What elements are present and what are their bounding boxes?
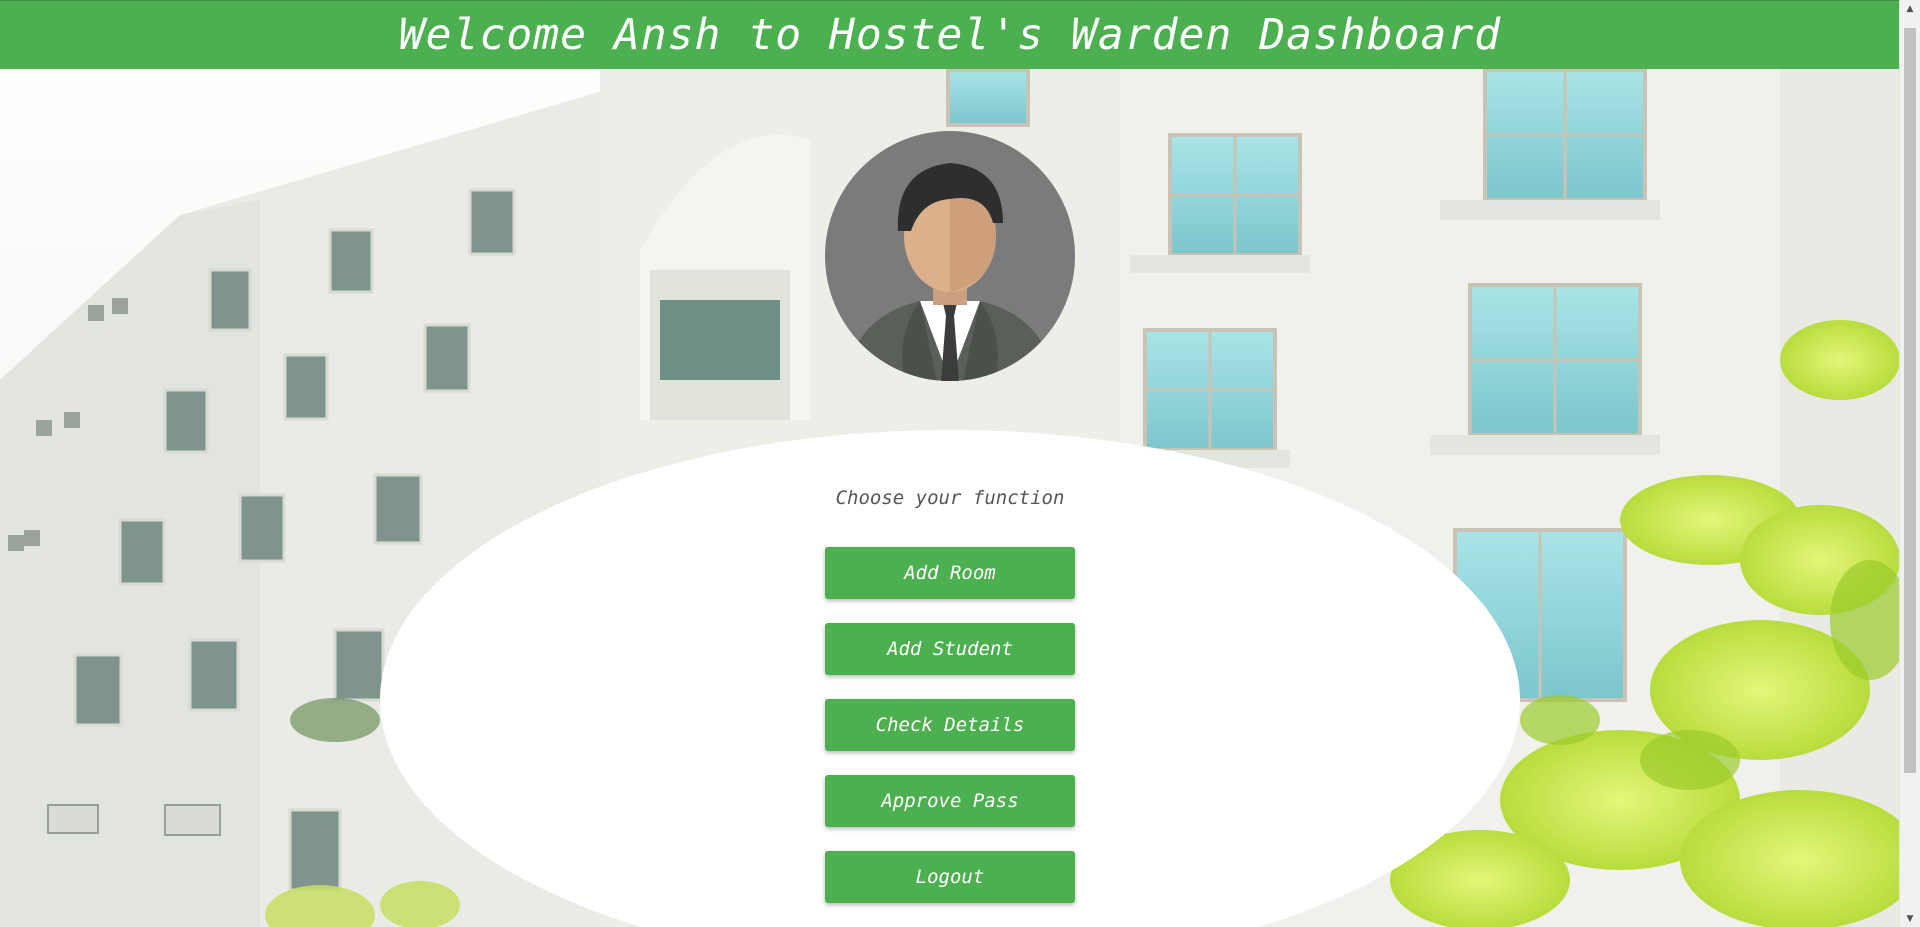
- vertical-scrollbar[interactable]: ▲ ▼: [1899, 0, 1920, 927]
- scrollbar-thumb[interactable]: [1904, 28, 1916, 773]
- user-avatar-icon: [825, 131, 1075, 381]
- dashboard-header: Welcome Ansh to Hostel's Warden Dashboar…: [0, 0, 1900, 69]
- logout-button[interactable]: Logout: [825, 851, 1075, 903]
- add-room-button[interactable]: Add Room: [825, 547, 1075, 599]
- add-student-button[interactable]: Add Student: [825, 623, 1075, 675]
- check-details-button[interactable]: Check Details: [825, 699, 1075, 751]
- scroll-up-arrow-icon[interactable]: ▲: [1900, 0, 1920, 17]
- scroll-down-arrow-icon[interactable]: ▼: [1900, 910, 1920, 927]
- page-title: Welcome Ansh to Hostel's Warden Dashboar…: [398, 10, 1502, 60]
- choose-function-prompt: Choose your function: [835, 487, 1065, 509]
- warden-dashboard-page: Welcome Ansh to Hostel's Warden Dashboar…: [0, 0, 1920, 927]
- function-menu: Add Room Add Student Check Details Appro…: [825, 547, 1075, 927]
- approve-pass-button[interactable]: Approve Pass: [825, 775, 1075, 827]
